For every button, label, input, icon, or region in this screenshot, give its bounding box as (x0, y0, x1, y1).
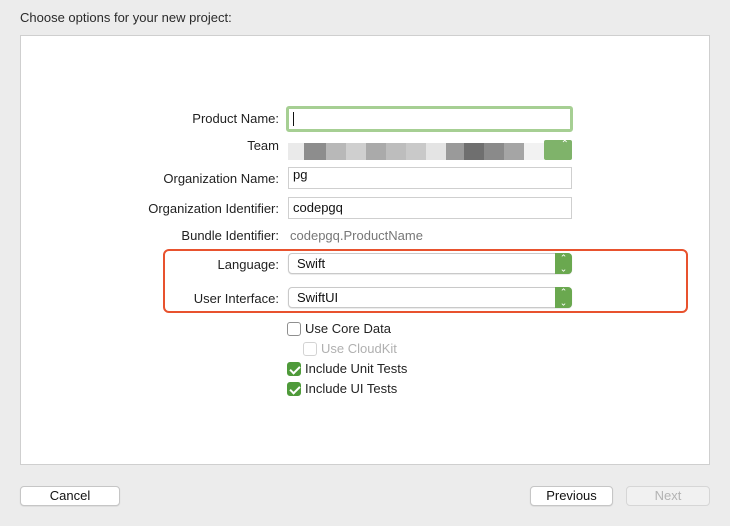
team-popup-redacted[interactable] (288, 143, 572, 160)
cancel-button[interactable]: Cancel (20, 486, 120, 506)
next-button[interactable]: Next (626, 486, 710, 506)
product-name-field[interactable] (286, 106, 573, 132)
text-caret (293, 112, 294, 126)
highlight-annotation-box (163, 249, 688, 313)
previous-button[interactable]: Previous (530, 486, 613, 506)
team-popup-arrows-icon[interactable] (544, 139, 572, 160)
checkbox-checked-icon (287, 382, 301, 396)
page-title: Choose options for your new project: (20, 10, 232, 25)
team-label: Team (247, 138, 279, 153)
product-name-label: Product Name: (192, 111, 279, 126)
organization-name-label: Organization Name: (163, 171, 279, 186)
checkbox-disabled-icon (303, 342, 317, 356)
organization-name-field[interactable]: pg (288, 167, 572, 189)
checkbox-checked-icon (287, 362, 301, 376)
bundle-identifier-label: Bundle Identifier: (181, 228, 279, 243)
organization-identifier-field[interactable]: codepgq (288, 197, 572, 219)
bundle-identifier-value: codepgq.ProductName (290, 228, 423, 243)
checkbox-unchecked-icon (287, 322, 301, 336)
organization-identifier-label: Organization Identifier: (148, 201, 279, 216)
